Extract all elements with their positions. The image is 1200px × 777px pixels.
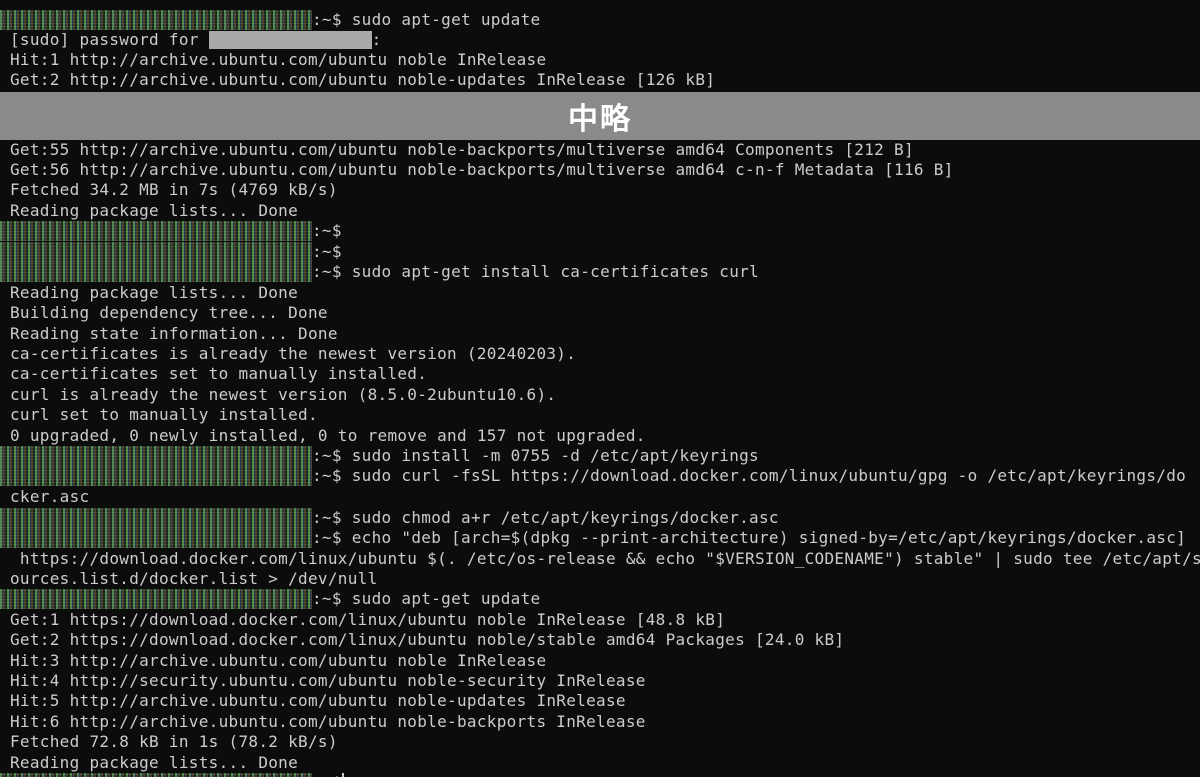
output-line: Reading package lists... Done xyxy=(10,283,299,302)
output-line: Hit:6 http://archive.ubuntu.com/ubuntu n… xyxy=(10,712,646,731)
output-line: Fetched 34.2 MB in 7s (4769 kB/s) xyxy=(10,180,338,199)
command-text: sudo apt-get install ca-certificates cur… xyxy=(341,262,759,281)
prompt-line: :~$ sudo apt-get update xyxy=(0,589,541,609)
redacted-hostname xyxy=(0,773,312,777)
redacted-hostname xyxy=(0,446,312,466)
command-text: sudo chmod a+r /etc/apt/keyrings/docker.… xyxy=(341,508,779,527)
prompt-line: :~$ xyxy=(0,221,342,241)
command-text: sudo curl -fsSL https://download.docker.… xyxy=(341,466,1187,485)
prompt-line: :~$ echo "deb [arch=$(dpkg --print-archi… xyxy=(0,528,1187,548)
output-line: Fetched 72.8 kB in 1s (78.2 kB/s) xyxy=(10,732,338,751)
output-line: Reading state information... Done xyxy=(10,324,338,343)
output-line: curl set to manually installed. xyxy=(10,405,318,424)
prompt-line: :~$ sudo apt-get update xyxy=(0,10,541,30)
redacted-hostname xyxy=(0,242,312,262)
output-line: ca-certificates is already the newest ve… xyxy=(10,344,577,363)
output-line: Get:2 http://archive.ubuntu.com/ubuntu n… xyxy=(10,70,716,89)
output-line: Hit:3 http://archive.ubuntu.com/ubuntu n… xyxy=(10,651,547,670)
output-line: Get:56 http://archive.ubuntu.com/ubuntu … xyxy=(10,160,954,179)
redacted-hostname xyxy=(0,589,312,609)
prompt-line: :~$ sudo curl -fsSL https://download.doc… xyxy=(0,466,1187,486)
output-line: 0 upgraded, 0 newly installed, 0 to remo… xyxy=(10,426,646,445)
prompt-line: :~$ sudo apt-get install ca-certificates… xyxy=(0,262,759,282)
command-text: sudo apt-get update xyxy=(341,589,541,608)
output-line: Building dependency tree... Done xyxy=(10,303,328,322)
redacted-hostname xyxy=(0,262,312,282)
sudo-password-line: [sudo] password for : xyxy=(10,30,382,50)
redacted-hostname xyxy=(0,528,312,548)
sudo-prompt-colon: : xyxy=(371,30,382,49)
prompt-symbol: :~$ xyxy=(312,589,342,608)
output-line: Hit:5 http://archive.ubuntu.com/ubuntu n… xyxy=(10,691,626,710)
output-line: curl is already the newest version (8.5.… xyxy=(10,385,557,404)
prompt-line: :~$ sudo install -m 0755 -d /etc/apt/key… xyxy=(0,446,759,466)
redacted-hostname xyxy=(0,466,312,486)
prompt-line: :~$ xyxy=(0,773,344,777)
prompt-symbol: :~$ xyxy=(312,242,342,261)
redacted-hostname xyxy=(0,221,312,241)
prompt-symbol: :~$ xyxy=(312,466,342,485)
prompt-symbol: :~$ xyxy=(312,528,342,547)
output-line: Reading package lists... Done xyxy=(10,201,299,220)
redacted-hostname xyxy=(0,508,312,528)
command-text: sudo apt-get update xyxy=(341,10,541,29)
prompt-symbol: :~$ xyxy=(312,262,342,281)
redacted-username xyxy=(208,31,372,49)
output-line: https://download.docker.com/linux/ubuntu… xyxy=(10,549,1200,568)
command-text: echo "deb [arch=$(dpkg --print-architect… xyxy=(341,528,1187,547)
redacted-hostname xyxy=(0,10,312,30)
output-line: cker.asc xyxy=(10,487,90,506)
output-line: Hit:1 http://archive.ubuntu.com/ubuntu n… xyxy=(10,50,547,69)
output-line: ources.list.d/docker.list > /dev/null xyxy=(10,569,378,588)
output-line: Get:1 https://download.docker.com/linux/… xyxy=(10,610,726,629)
prompt-symbol: :~$ xyxy=(312,773,342,777)
sudo-prompt-text: [sudo] password for xyxy=(10,30,209,49)
prompt-symbol: :~$ xyxy=(312,221,342,240)
output-line: Get:55 http://archive.ubuntu.com/ubuntu … xyxy=(10,140,914,159)
prompt-symbol: :~$ xyxy=(312,508,342,527)
omission-label: 中略 xyxy=(568,102,632,137)
command-text: sudo install -m 0755 -d /etc/apt/keyring… xyxy=(341,446,759,465)
output-line: Get:2 https://download.docker.com/linux/… xyxy=(10,630,845,649)
output-line: ca-certificates set to manually installe… xyxy=(10,364,428,383)
prompt-line: :~$ xyxy=(0,242,342,262)
output-line: Reading package lists... Done xyxy=(10,753,299,772)
omission-banner: 中略 xyxy=(0,92,1200,140)
output-line: Hit:4 http://security.ubuntu.com/ubuntu … xyxy=(10,671,646,690)
prompt-symbol: :~$ xyxy=(312,10,342,29)
text-cursor xyxy=(341,773,344,777)
prompt-line: :~$ sudo chmod a+r /etc/apt/keyrings/doc… xyxy=(0,508,779,528)
prompt-symbol: :~$ xyxy=(312,446,342,465)
